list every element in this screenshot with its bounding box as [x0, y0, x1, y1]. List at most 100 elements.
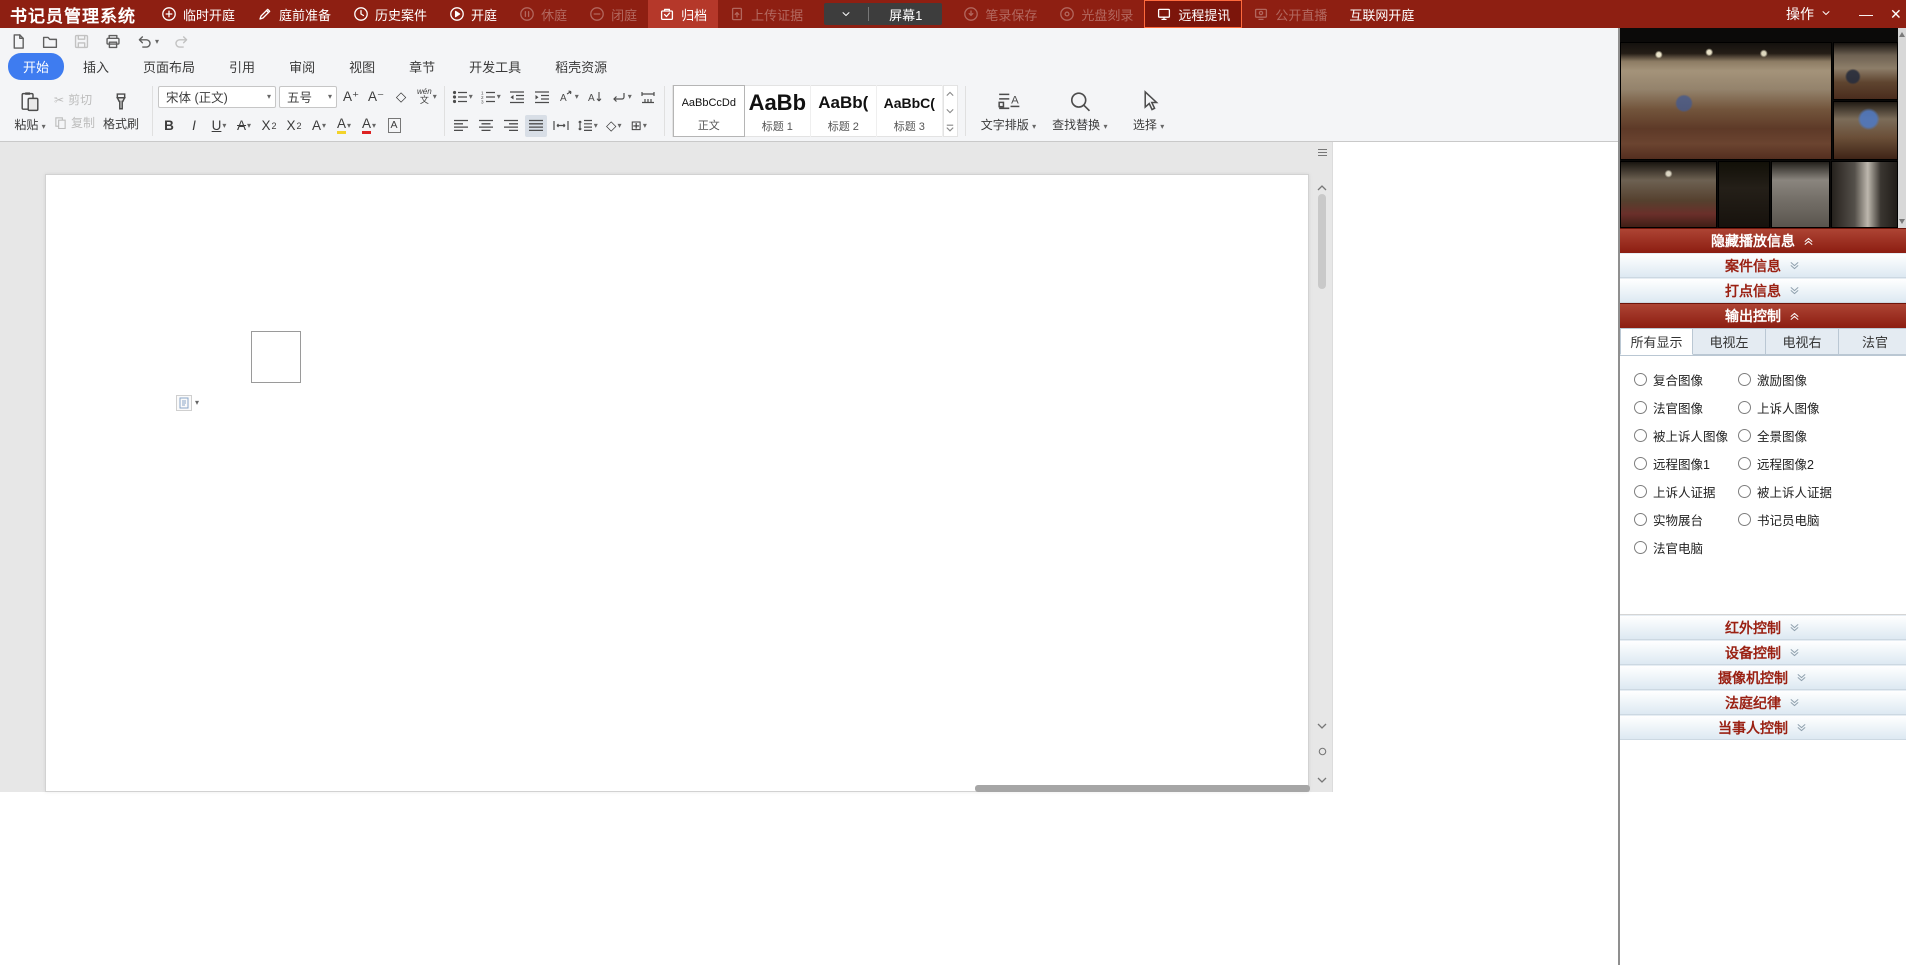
increase-font-button[interactable]: A⁺: [340, 86, 362, 108]
camera-feed-bottom-2[interactable]: [1718, 161, 1770, 228]
select-browse-object-icon[interactable]: [1318, 743, 1327, 761]
superscript-button[interactable]: X2: [258, 115, 280, 137]
ribbon-tab-1[interactable]: 开始: [8, 53, 64, 80]
bold-button[interactable]: B: [158, 115, 180, 137]
output-tab-1[interactable]: 所有显示: [1620, 328, 1693, 355]
subscript-button[interactable]: X2: [283, 115, 305, 137]
previous-page-icon[interactable]: [1317, 716, 1327, 734]
font-name-select[interactable]: 宋体 (正文)▾: [158, 86, 276, 108]
menu-item-1[interactable]: 临时开庭: [150, 0, 246, 28]
ribbon-tab-6[interactable]: 视图: [334, 53, 390, 80]
output-source-radio-4[interactable]: 上诉人图像: [1738, 398, 1906, 417]
new-document-button[interactable]: [10, 33, 27, 50]
style-scroll-up-button[interactable]: [944, 85, 957, 102]
style-card-1[interactable]: AaBbCcDd正文: [673, 85, 745, 137]
menu-item-14[interactable]: 互联网开庭: [1338, 0, 1425, 28]
borders-button[interactable]: ⊞▾: [628, 115, 650, 137]
cut-button[interactable]: ✂ 剪切: [54, 91, 95, 108]
section-case-info[interactable]: 案件信息: [1620, 253, 1906, 278]
ribbon-tab-3[interactable]: 页面布局: [128, 53, 210, 80]
section-5-collapsed[interactable]: 当事人控制: [1620, 715, 1906, 740]
camera-feed-main[interactable]: [1620, 42, 1832, 160]
ribbon-tab-8[interactable]: 开发工具: [454, 53, 536, 80]
font-color-button[interactable]: A▾: [358, 115, 380, 137]
style-scroll-down-button[interactable]: [944, 102, 957, 119]
output-source-radio-13[interactable]: 法官电脑: [1634, 538, 1738, 557]
style-card-2[interactable]: AaBb标题 1: [745, 85, 811, 137]
shading-button[interactable]: ◇▾: [603, 115, 625, 137]
camera-feed-side-lower[interactable]: [1833, 101, 1898, 160]
sort-button[interactable]: A: [584, 86, 606, 108]
vertical-scroll-thumb[interactable]: [1318, 194, 1326, 289]
text-frame[interactable]: [251, 331, 301, 383]
align-left-button[interactable]: [450, 115, 472, 137]
output-source-radio-3[interactable]: 法官图像: [1634, 398, 1738, 417]
section-output-control[interactable]: 输出控制: [1620, 303, 1906, 328]
character-border-button[interactable]: A: [383, 115, 405, 137]
scroll-down-icon[interactable]: [1899, 219, 1905, 224]
align-right-button[interactable]: [500, 115, 522, 137]
ribbon-tab-4[interactable]: 引用: [214, 53, 270, 80]
paste-options-floatie[interactable]: ▾: [176, 395, 199, 411]
menu-item-3[interactable]: 历史案件: [342, 0, 438, 28]
menu-item-4[interactable]: 开庭: [438, 0, 508, 28]
output-tab-4[interactable]: 法官: [1839, 328, 1906, 355]
ribbon-tab-5[interactable]: 审阅: [274, 53, 330, 80]
menu-item-7[interactable]: 归档: [648, 0, 718, 28]
copy-button[interactable]: 复制: [54, 114, 95, 131]
section-marker-info[interactable]: 打点信息: [1620, 278, 1906, 303]
increase-indent-button[interactable]: [531, 86, 553, 108]
output-source-radio-5[interactable]: 被上诉人图像: [1634, 426, 1738, 445]
decrease-indent-button[interactable]: [506, 86, 528, 108]
print-button[interactable]: [104, 33, 122, 50]
camera-feed-bottom-1[interactable]: [1620, 161, 1717, 228]
next-page-icon[interactable]: [1317, 770, 1327, 788]
horizontal-scroll-thumb[interactable]: [975, 785, 1310, 792]
text-layout-button[interactable]: A 文字排版 ▾: [975, 90, 1042, 133]
undo-button[interactable]: ▾: [136, 33, 159, 50]
underline-button[interactable]: U▾: [208, 115, 230, 137]
ruler-toggle-icon[interactable]: [1317, 144, 1328, 162]
scroll-up-icon[interactable]: [1899, 32, 1905, 37]
ribbon-tab-2[interactable]: 插入: [68, 53, 124, 80]
output-tab-3[interactable]: 电视右: [1766, 328, 1839, 355]
wrap-mark-button[interactable]: ▾: [609, 86, 634, 108]
output-source-radio-8[interactable]: 远程图像2: [1738, 454, 1906, 473]
clear-format-button[interactable]: ◇: [390, 86, 412, 108]
line-spacing-button[interactable]: ▾: [575, 115, 600, 137]
menu-item-2[interactable]: 庭前准备: [246, 0, 342, 28]
style-card-4[interactable]: AaBbC(标题 3: [877, 85, 943, 137]
italic-button[interactable]: I: [183, 115, 205, 137]
section-2-collapsed[interactable]: 设备控制: [1620, 640, 1906, 665]
section-hide-playback-info[interactable]: 隐藏播放信息: [1620, 228, 1906, 253]
camera-feed-bottom-3[interactable]: [1771, 161, 1830, 228]
ribbon-tab-7[interactable]: 章节: [394, 53, 450, 80]
font-size-select[interactable]: 五号▾: [279, 86, 337, 108]
highlight-color-button[interactable]: A▾: [333, 115, 355, 137]
align-center-button[interactable]: [475, 115, 497, 137]
style-card-3[interactable]: AaBb(标题 2: [811, 85, 877, 137]
select-button[interactable]: 选择 ▾: [1118, 90, 1180, 133]
output-source-radio-2[interactable]: 激励图像: [1738, 370, 1906, 389]
section-1-collapsed[interactable]: 红外控制: [1620, 615, 1906, 640]
output-source-radio-11[interactable]: 实物展台: [1634, 510, 1738, 529]
open-file-button[interactable]: [41, 33, 59, 50]
vertical-scrollbar[interactable]: [1314, 142, 1330, 792]
output-source-radio-10[interactable]: 被上诉人证据: [1738, 482, 1906, 501]
phonetic-guide-button[interactable]: wén文▾: [415, 86, 439, 108]
output-source-radio-9[interactable]: 上诉人证据: [1634, 482, 1738, 501]
operation-menu-button[interactable]: 操作: [1770, 0, 1848, 28]
output-source-radio-12[interactable]: 书记员电脑: [1738, 510, 1906, 529]
format-painter-button[interactable]: 格式刷: [99, 89, 143, 134]
find-replace-button[interactable]: 查找替换 ▾: [1046, 90, 1113, 133]
camera-feed-side-upper[interactable]: [1833, 42, 1898, 100]
close-button[interactable]: ✕: [1884, 0, 1906, 28]
ribbon-tab-9[interactable]: 稻壳资源: [540, 53, 622, 80]
output-source-radio-1[interactable]: 复合图像: [1634, 370, 1738, 389]
output-tab-2[interactable]: 电视左: [1693, 328, 1766, 355]
menu-item-12[interactable]: 远程提讯: [1144, 0, 1242, 28]
justify-button[interactable]: [525, 115, 547, 137]
tab-stop-button[interactable]: [637, 86, 659, 108]
bullet-list-button[interactable]: ▾: [450, 86, 475, 108]
character-scale-button[interactable]: A▾: [556, 86, 581, 108]
